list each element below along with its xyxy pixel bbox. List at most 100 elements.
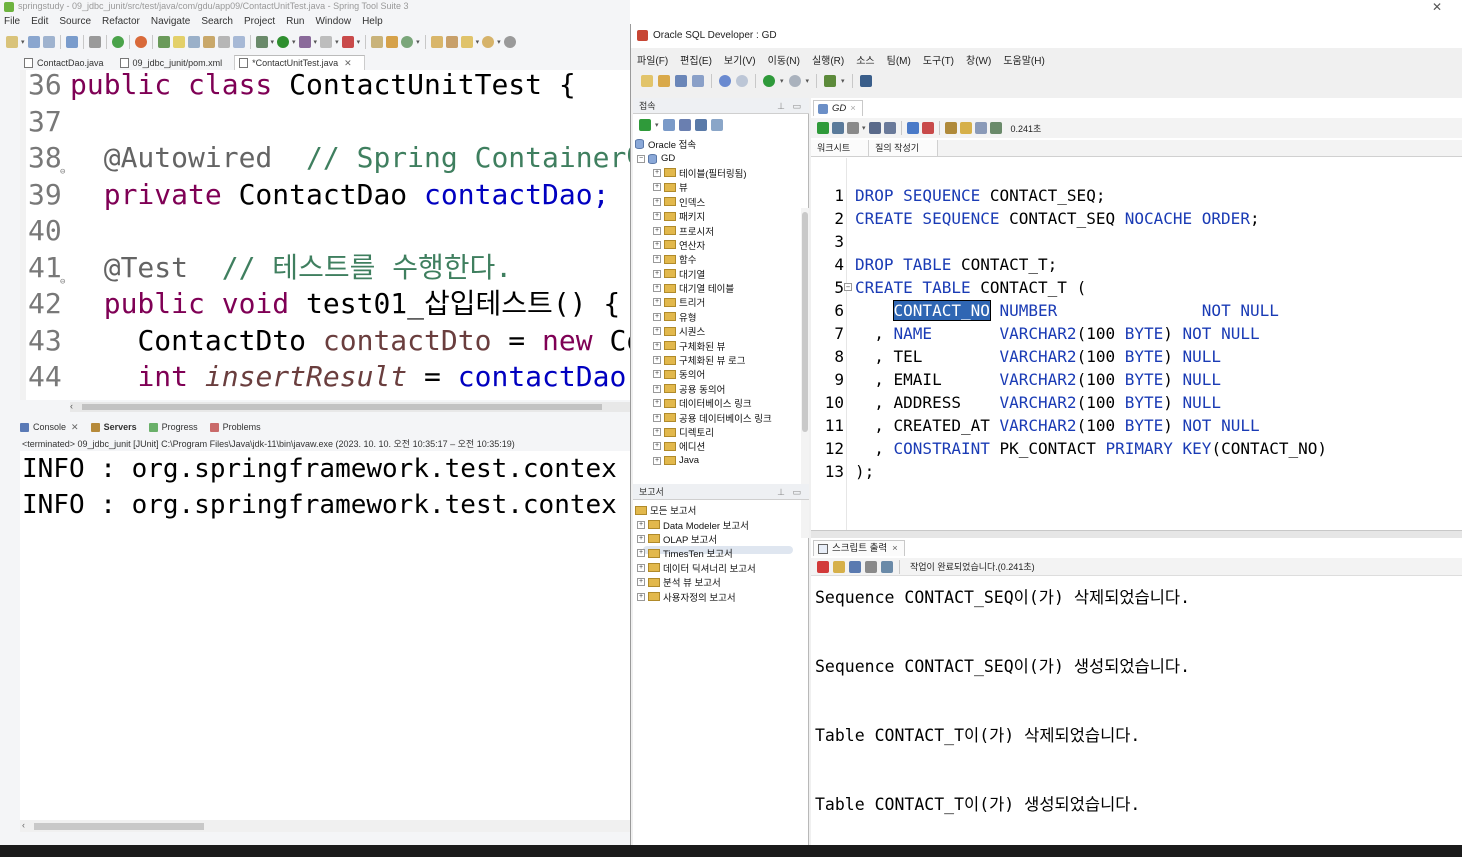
report-item[interactable]: + 사용자정의 보고서 <box>633 589 801 604</box>
report-item[interactable]: + Data Modeler 보고서 <box>633 517 801 532</box>
scrollbar-thumb[interactable] <box>34 823 204 830</box>
save-all-icon[interactable] <box>42 36 55 48</box>
tab-pom-xml[interactable]: 09_jdbc_junit/pom.xml <box>116 55 235 70</box>
expand-icon[interactable]: + <box>637 549 645 558</box>
menu-window[interactable]: Window <box>315 14 351 30</box>
new-package-icon[interactable] <box>386 36 399 48</box>
tab-worksheet[interactable]: 워크시트 <box>811 140 870 156</box>
show-whitespace-icon[interactable] <box>217 36 230 48</box>
tree-item[interactable]: + 인덱스 <box>633 195 801 209</box>
tree-item[interactable]: + 구체화된 뷰 <box>633 338 801 353</box>
menu-help[interactable]: Help <box>362 14 383 30</box>
tree-item[interactable]: Oracle 접속 <box>633 137 801 151</box>
tree-item[interactable]: + 트리거 <box>633 295 801 309</box>
expand-icon[interactable]: + <box>653 399 661 408</box>
expand-icon[interactable]: + <box>653 183 661 192</box>
history-icon[interactable] <box>974 122 987 134</box>
reports-tree[interactable]: 모든 보고서 + Data Modeler 보고서 + OLAP 보고서 + TimesTe… <box>633 503 801 604</box>
menu-run[interactable]: 실행(R) <box>812 52 844 67</box>
expand-icon[interactable]: + <box>653 413 661 422</box>
expand-icon[interactable]: + <box>653 456 661 465</box>
tab-console[interactable]: Console ✕ <box>20 422 79 433</box>
expand-icon[interactable]: + <box>653 384 661 393</box>
tree-item[interactable]: + 대기열 테이블 <box>633 281 801 295</box>
expand-icon[interactable]: + <box>653 197 661 206</box>
panel-controls[interactable]: ⊥ ▭ <box>777 98 801 114</box>
report-item[interactable]: + 분석 뷰 보고서 <box>633 575 801 589</box>
open-folder-icon[interactable] <box>430 36 443 48</box>
tab-problems[interactable]: Problems <box>209 422 261 432</box>
expand-icon[interactable]: + <box>653 341 661 350</box>
menu-run[interactable]: Run <box>286 14 304 30</box>
menu-tools[interactable]: 도구(T) <box>923 52 954 67</box>
tree-item[interactable]: + 프로시저 <box>633 223 801 238</box>
save-all-icon[interactable] <box>692 75 704 87</box>
menu-view[interactable]: 보기(V) <box>724 52 756 67</box>
spring-boot-icon[interactable] <box>111 36 124 48</box>
run-icon[interactable] <box>277 36 290 48</box>
back-icon[interactable] <box>763 75 775 87</box>
external-tools-icon[interactable] <box>341 36 354 48</box>
expand-icon[interactable]: + <box>653 428 661 436</box>
expand-icon[interactable]: + <box>653 255 661 264</box>
report-item[interactable]: + 데이터 딕셔너리 보고서 <box>633 561 801 575</box>
new-icon[interactable] <box>641 75 653 87</box>
sql-editor[interactable]: 1 DROP SEQUENCE CONTACT_SEQ; 2 CREATE SEQUE… <box>811 184 1462 504</box>
menu-file[interactable]: 파일(F) <box>637 52 668 67</box>
tree-item[interactable]: − GD <box>633 151 801 165</box>
expand-icon[interactable]: + <box>653 442 661 451</box>
rollback-icon[interactable] <box>883 122 896 134</box>
tree-item[interactable]: + 시퀀스 <box>633 324 801 338</box>
format-icon[interactable] <box>989 122 1002 134</box>
close-icon[interactable]: × <box>892 543 898 554</box>
menu-edit[interactable]: Edit <box>31 14 48 30</box>
tree-item[interactable]: + 유형 <box>633 310 801 324</box>
java-editor[interactable]: 36 public class ContactUnitTest { 37 ⊖ 38 … <box>20 70 630 400</box>
collapse-icon[interactable]: − <box>637 154 645 163</box>
tree-item[interactable]: + 연산자 <box>633 238 801 252</box>
search-file-icon[interactable] <box>445 36 458 48</box>
tree-item[interactable]: + 디렉토리 <box>633 425 801 439</box>
menu-source[interactable]: 소스 <box>856 52 874 67</box>
tab-servers[interactable]: Servers <box>90 422 137 432</box>
menu-project[interactable]: Project <box>244 14 275 30</box>
tree-item[interactable]: + 함수 <box>633 252 801 266</box>
autotrace-icon[interactable] <box>847 122 859 134</box>
menu-help[interactable]: 도움말(H) <box>1003 52 1044 67</box>
filter-icon[interactable] <box>678 119 691 131</box>
new-icon[interactable] <box>6 36 18 48</box>
clear-icon[interactable] <box>959 122 972 134</box>
expand-icon[interactable]: + <box>653 312 661 321</box>
close-icon[interactable]: × <box>850 103 856 114</box>
save-icon[interactable] <box>675 75 687 87</box>
undo-icon[interactable] <box>719 75 731 87</box>
skip-breakpoints-icon[interactable] <box>88 36 101 48</box>
run-script-icon[interactable] <box>832 122 844 134</box>
expand-icon[interactable]: + <box>653 226 661 235</box>
close-icon[interactable]: ✕ <box>71 422 79 433</box>
menu-search[interactable]: Search <box>201 14 233 30</box>
connections-tree[interactable]: Oracle 접속 − GD + 테이블(필터링됨) + 뷰 + 인덱스 + 패키지 + 프로시저 + 연산… <box>633 137 801 468</box>
expand-icon[interactable]: + <box>653 240 661 249</box>
menu-source[interactable]: Source <box>59 14 91 30</box>
run-statement-icon[interactable] <box>817 122 829 134</box>
scrollbar-thumb[interactable] <box>82 404 602 410</box>
explain-plan-icon[interactable] <box>921 122 934 134</box>
tree-item[interactable]: + 뷰 <box>633 180 801 194</box>
scrollbar-thumb[interactable] <box>802 212 808 432</box>
report-item[interactable]: + TimesTen 보고서 <box>633 546 801 560</box>
scroll-left-icon[interactable]: ‹ <box>22 820 25 830</box>
sql-worksheet-icon[interactable] <box>824 75 837 87</box>
expand-icon[interactable]: + <box>653 212 661 221</box>
expand-icon[interactable]: + <box>653 168 661 177</box>
new-class-icon[interactable] <box>401 36 414 48</box>
expand-icon[interactable]: + <box>637 578 645 587</box>
panel-controls[interactable]: ⊥ ▭ <box>777 484 801 500</box>
coverage-icon[interactable] <box>298 36 311 48</box>
scroll-left-icon[interactable]: ‹ <box>70 401 73 411</box>
console-output[interactable]: INFO : org.springframework.test.contex I… <box>20 451 630 821</box>
expand-icon[interactable]: + <box>653 356 661 365</box>
stop-icon[interactable] <box>320 36 333 48</box>
tree-item[interactable]: + 에디션 <box>633 439 801 453</box>
results-splitter[interactable] <box>811 530 1462 538</box>
